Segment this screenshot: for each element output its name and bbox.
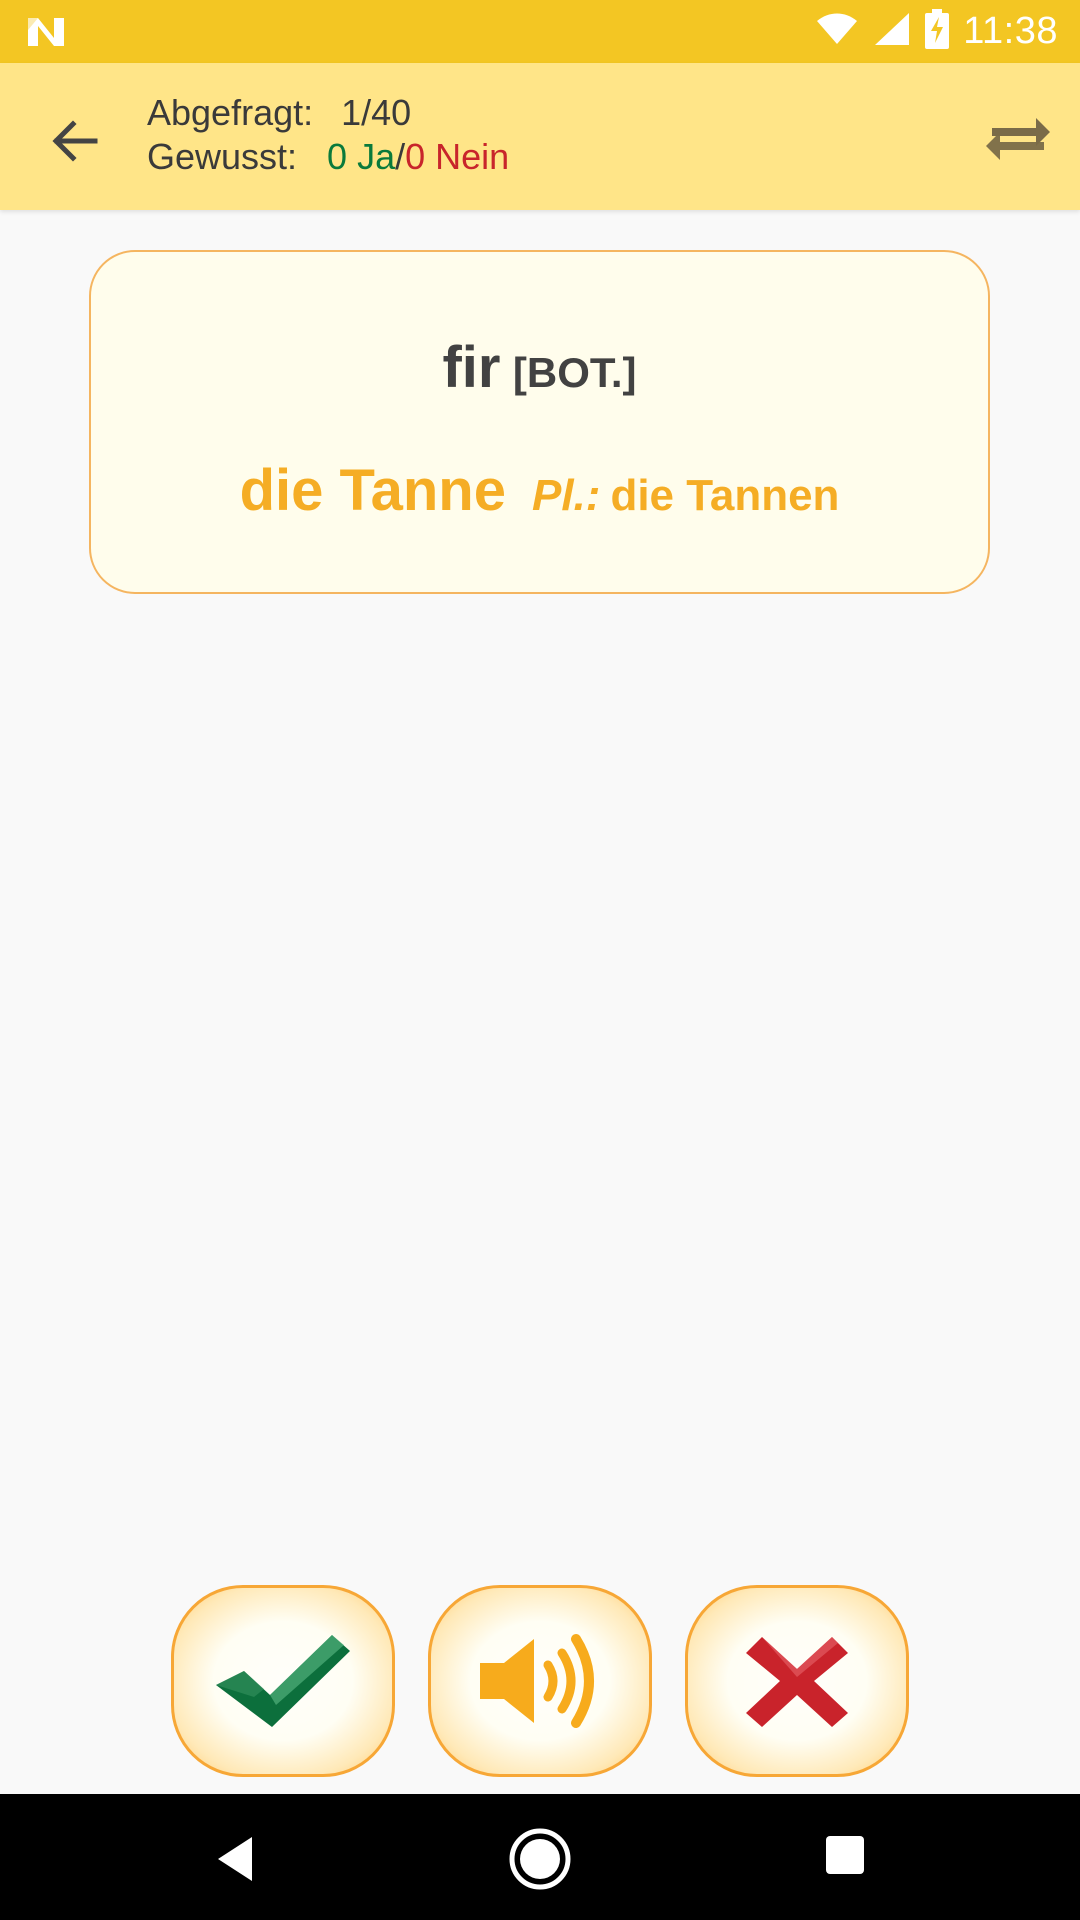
term-word: fir	[442, 335, 501, 400]
known-separator: /	[395, 136, 406, 177]
signal-icon	[873, 11, 911, 52]
nav-back-icon[interactable]	[210, 1829, 270, 1889]
status-icons: 11:38	[815, 0, 1058, 63]
notification-n-icon	[26, 14, 66, 50]
plural-label: Pl.:	[531, 471, 601, 520]
cross-icon	[746, 1637, 848, 1727]
back-button[interactable]	[40, 111, 110, 171]
card-translation: die Tanne Pl.: die Tannen	[91, 457, 988, 524]
wifi-icon	[815, 12, 859, 51]
known-row: Gewusst: 0 Ja/0 Nein	[147, 135, 509, 179]
status-bar: 11:38	[0, 0, 1080, 63]
arrow-back-icon	[52, 120, 98, 162]
status-time: 11:38	[963, 10, 1058, 52]
term-tag: [BOT.]	[512, 349, 637, 396]
play-sound-button[interactable]	[428, 1585, 652, 1777]
nav-recents-icon[interactable]	[824, 1834, 866, 1876]
flash-card: fir [BOT.] die Tanne Pl.: die Tannen	[89, 250, 990, 594]
queried-row: Abgefragt: 1/40	[147, 91, 509, 135]
battery-charging-icon	[925, 9, 950, 54]
known-label: Gewusst:	[147, 136, 298, 177]
known-yes-count: 0 Ja	[327, 136, 396, 177]
toolbar: Abgefragt: 1/40 Gewusst: 0 Ja/0 Nein	[0, 63, 1080, 210]
plural-form: die Tannen	[610, 471, 840, 520]
nav-home-icon[interactable]	[508, 1827, 572, 1891]
known-no-count: 0 Nein	[405, 136, 510, 177]
swap-direction-button[interactable]	[978, 103, 1058, 173]
speaker-icon	[480, 1634, 594, 1728]
known-no-button[interactable]	[685, 1585, 909, 1777]
queried-label: Abgefragt:	[147, 92, 314, 133]
quiz-stats: Abgefragt: 1/40 Gewusst: 0 Ja/0 Nein	[147, 91, 509, 179]
card-term: fir [BOT.]	[91, 334, 988, 401]
known-yes-button[interactable]	[171, 1585, 395, 1777]
checkmark-icon	[216, 1635, 350, 1727]
translation-word: die Tanne	[239, 458, 506, 523]
system-nav-bar	[0, 1794, 1080, 1920]
queried-value: 1/40	[341, 92, 412, 133]
swap-direction-icon	[986, 118, 1050, 160]
